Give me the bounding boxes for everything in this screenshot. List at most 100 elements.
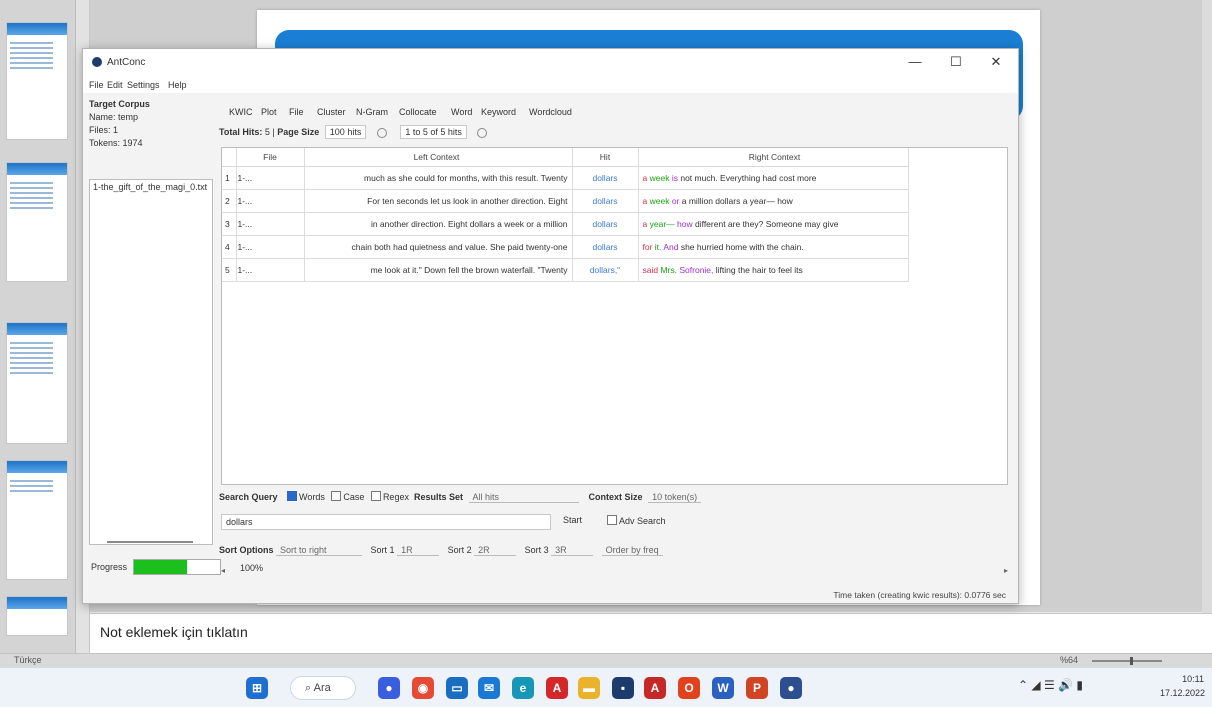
tab-wordcloud[interactable]: Wordcloud (529, 107, 572, 117)
context-size-spinner[interactable]: 10 token(s) (648, 492, 702, 503)
right-word-3: is (671, 172, 678, 183)
row-right-context: said Mrs. Sofronie, lifting the hair to … (638, 258, 909, 282)
start-menu-icon[interactable]: ⊞ (246, 677, 268, 699)
office-icon[interactable]: O (678, 677, 700, 699)
notes-pane[interactable]: Not eklemek için tıklatın (90, 613, 1212, 653)
tab-plot[interactable]: Plot (261, 107, 277, 117)
zoom-slider[interactable] (1092, 657, 1162, 665)
regex-checkbox[interactable] (370, 491, 381, 501)
scroll-right-icon[interactable]: ▸ (1004, 566, 1008, 575)
word-icon[interactable]: W (712, 677, 734, 699)
mail-icon[interactable]: ✉ (478, 677, 500, 699)
powerpoint-icon[interactable]: P (746, 677, 768, 699)
search-input[interactable]: dollars (221, 514, 551, 530)
slide-thumbnail-pane (0, 0, 76, 655)
row-hit[interactable]: dollars (572, 235, 639, 259)
order-select[interactable]: Order by freq (601, 545, 663, 556)
tab-file[interactable]: File (289, 107, 304, 117)
slide-thumbnail-4[interactable] (6, 460, 68, 580)
slide-thumbnail-2[interactable] (6, 162, 68, 282)
pdf-reader-icon[interactable]: A (644, 677, 666, 699)
menu-help[interactable]: Help (168, 80, 187, 90)
col-hit[interactable]: Hit (572, 148, 639, 167)
col-left-context[interactable]: Left Context (304, 148, 573, 167)
row-file: 1-... (236, 235, 305, 259)
sort2-select[interactable]: 2R (474, 545, 517, 556)
minimize-button[interactable]: — (900, 53, 930, 71)
taskbar-search[interactable]: ⌕ Ara (290, 676, 356, 700)
title-bar[interactable]: AntConc — ☐ ✕ (83, 49, 1018, 77)
slide-thumbnail-1[interactable] (6, 22, 68, 140)
words-checkbox[interactable] (287, 491, 298, 501)
tab-ngram[interactable]: N-Gram (356, 107, 388, 117)
close-button[interactable]: ✕ (981, 53, 1011, 71)
sort3-select[interactable]: 3R (551, 545, 594, 556)
ppt-status-bar: Türkçe %64 (0, 653, 1212, 667)
canvas-scrollbar[interactable] (1202, 0, 1212, 655)
tab-keyword[interactable]: Keyword (481, 107, 516, 117)
target-corpus-heading: Target Corpus (89, 99, 150, 109)
system-tray[interactable]: ⌃ ◢ ☰ 🔊 ▮ (1018, 678, 1083, 692)
row-hit[interactable]: dollars," (572, 258, 639, 282)
chrome-icon[interactable]: ◉ (412, 677, 434, 699)
menu-file[interactable]: File (89, 80, 104, 90)
start-button[interactable]: Start (563, 515, 582, 525)
antconc-taskbar-icon[interactable]: ▪ (612, 677, 634, 699)
kwic-body: 1 1-... much as she could for months, with… (222, 166, 909, 282)
tab-collocate[interactable]: Collocate (399, 107, 437, 117)
acrobat-icon[interactable]: A (546, 677, 568, 699)
slide-thumbnail-5[interactable] (6, 596, 68, 636)
menu-edit[interactable]: Edit (107, 80, 123, 90)
maximize-button[interactable]: ☐ (941, 53, 971, 71)
row-right-context: a week is not much. Everything had cost … (638, 166, 909, 190)
prev-page-icon[interactable] (376, 127, 387, 138)
kwic-results-table[interactable]: File Left Context Hit Right Context 1 1-.… (221, 147, 1008, 485)
store-icon[interactable]: ▭ (446, 677, 468, 699)
kwic-row[interactable]: 4 1-... chain both had quietness and value… (222, 235, 909, 259)
edge-icon[interactable]: e (512, 677, 534, 699)
scroll-left-icon[interactable]: ◂ (221, 566, 225, 575)
zoom-level[interactable]: %64 (1060, 655, 1078, 665)
words-label: Words (299, 492, 325, 502)
adv-search-option[interactable]: Adv Search (603, 515, 666, 526)
page-size-select[interactable]: 100 hits (324, 125, 367, 139)
tab-kwic[interactable]: KWIC (229, 107, 253, 117)
sort3-label: Sort 3 (524, 545, 549, 555)
sort1-label: Sort 1 (370, 545, 395, 555)
language-status[interactable]: Türkçe (14, 655, 42, 665)
page-size-label: Page Size (277, 127, 320, 137)
row-hit[interactable]: dollars (572, 166, 639, 190)
kwic-header-row: File Left Context Hit Right Context (222, 148, 909, 167)
row-left-context: For ten seconds let us look in another d… (304, 189, 573, 213)
chat-icon[interactable]: ● (378, 677, 400, 699)
clock[interactable]: 10:11 17.12.2022 (1160, 672, 1205, 700)
col-right-context[interactable]: Right Context (638, 148, 909, 167)
right-word-3: Sofronie, (679, 264, 714, 275)
sort-mode-select[interactable]: Sort to right (276, 545, 363, 556)
next-page-icon[interactable] (477, 127, 488, 138)
tab-cluster[interactable]: Cluster (317, 107, 346, 117)
sort1-select[interactable]: 1R (397, 545, 440, 556)
taskbar-search-label: Ara (313, 682, 331, 694)
file-explorer-icon[interactable]: ▬ (578, 677, 600, 699)
kwic-row[interactable]: 5 1-... me look at it." Down fell the brow… (222, 258, 909, 282)
tab-word[interactable]: Word (451, 107, 472, 117)
case-checkbox[interactable] (331, 491, 342, 501)
window-title: AntConc (107, 57, 146, 68)
panel-splitter[interactable] (107, 541, 193, 543)
kwic-row[interactable]: 2 1-... For ten seconds let us look in ano… (222, 189, 909, 213)
adv-search-checkbox[interactable] (607, 515, 617, 525)
corpus-file-list[interactable]: 1-the_gift_of_the_magi_0.txt (89, 179, 213, 545)
row-hit[interactable]: dollars (572, 189, 639, 213)
slide-thumbnail-3[interactable] (6, 322, 68, 444)
row-hit[interactable]: dollars (572, 212, 639, 236)
results-set-select[interactable]: All hits (468, 492, 579, 503)
app-icon[interactable]: ● (780, 677, 802, 699)
kwic-row[interactable]: 1 1-... much as she could for months, with… (222, 166, 909, 190)
menu-settings[interactable]: Settings (127, 80, 160, 90)
horizontal-scrollbar[interactable]: ◂ ▸ (221, 566, 1008, 576)
corpus-file-item[interactable]: 1-the_gift_of_the_magi_0.txt (93, 182, 209, 192)
taskbar: ⊞ ⌕ Ara ● ◉ ▭ ✉ e A ▬ ▪ A O W P ● ⌃ ◢ ☰ … (0, 667, 1212, 707)
col-file[interactable]: File (236, 148, 305, 167)
kwic-row[interactable]: 3 1-... in another direction. Eight dollar… (222, 212, 909, 236)
